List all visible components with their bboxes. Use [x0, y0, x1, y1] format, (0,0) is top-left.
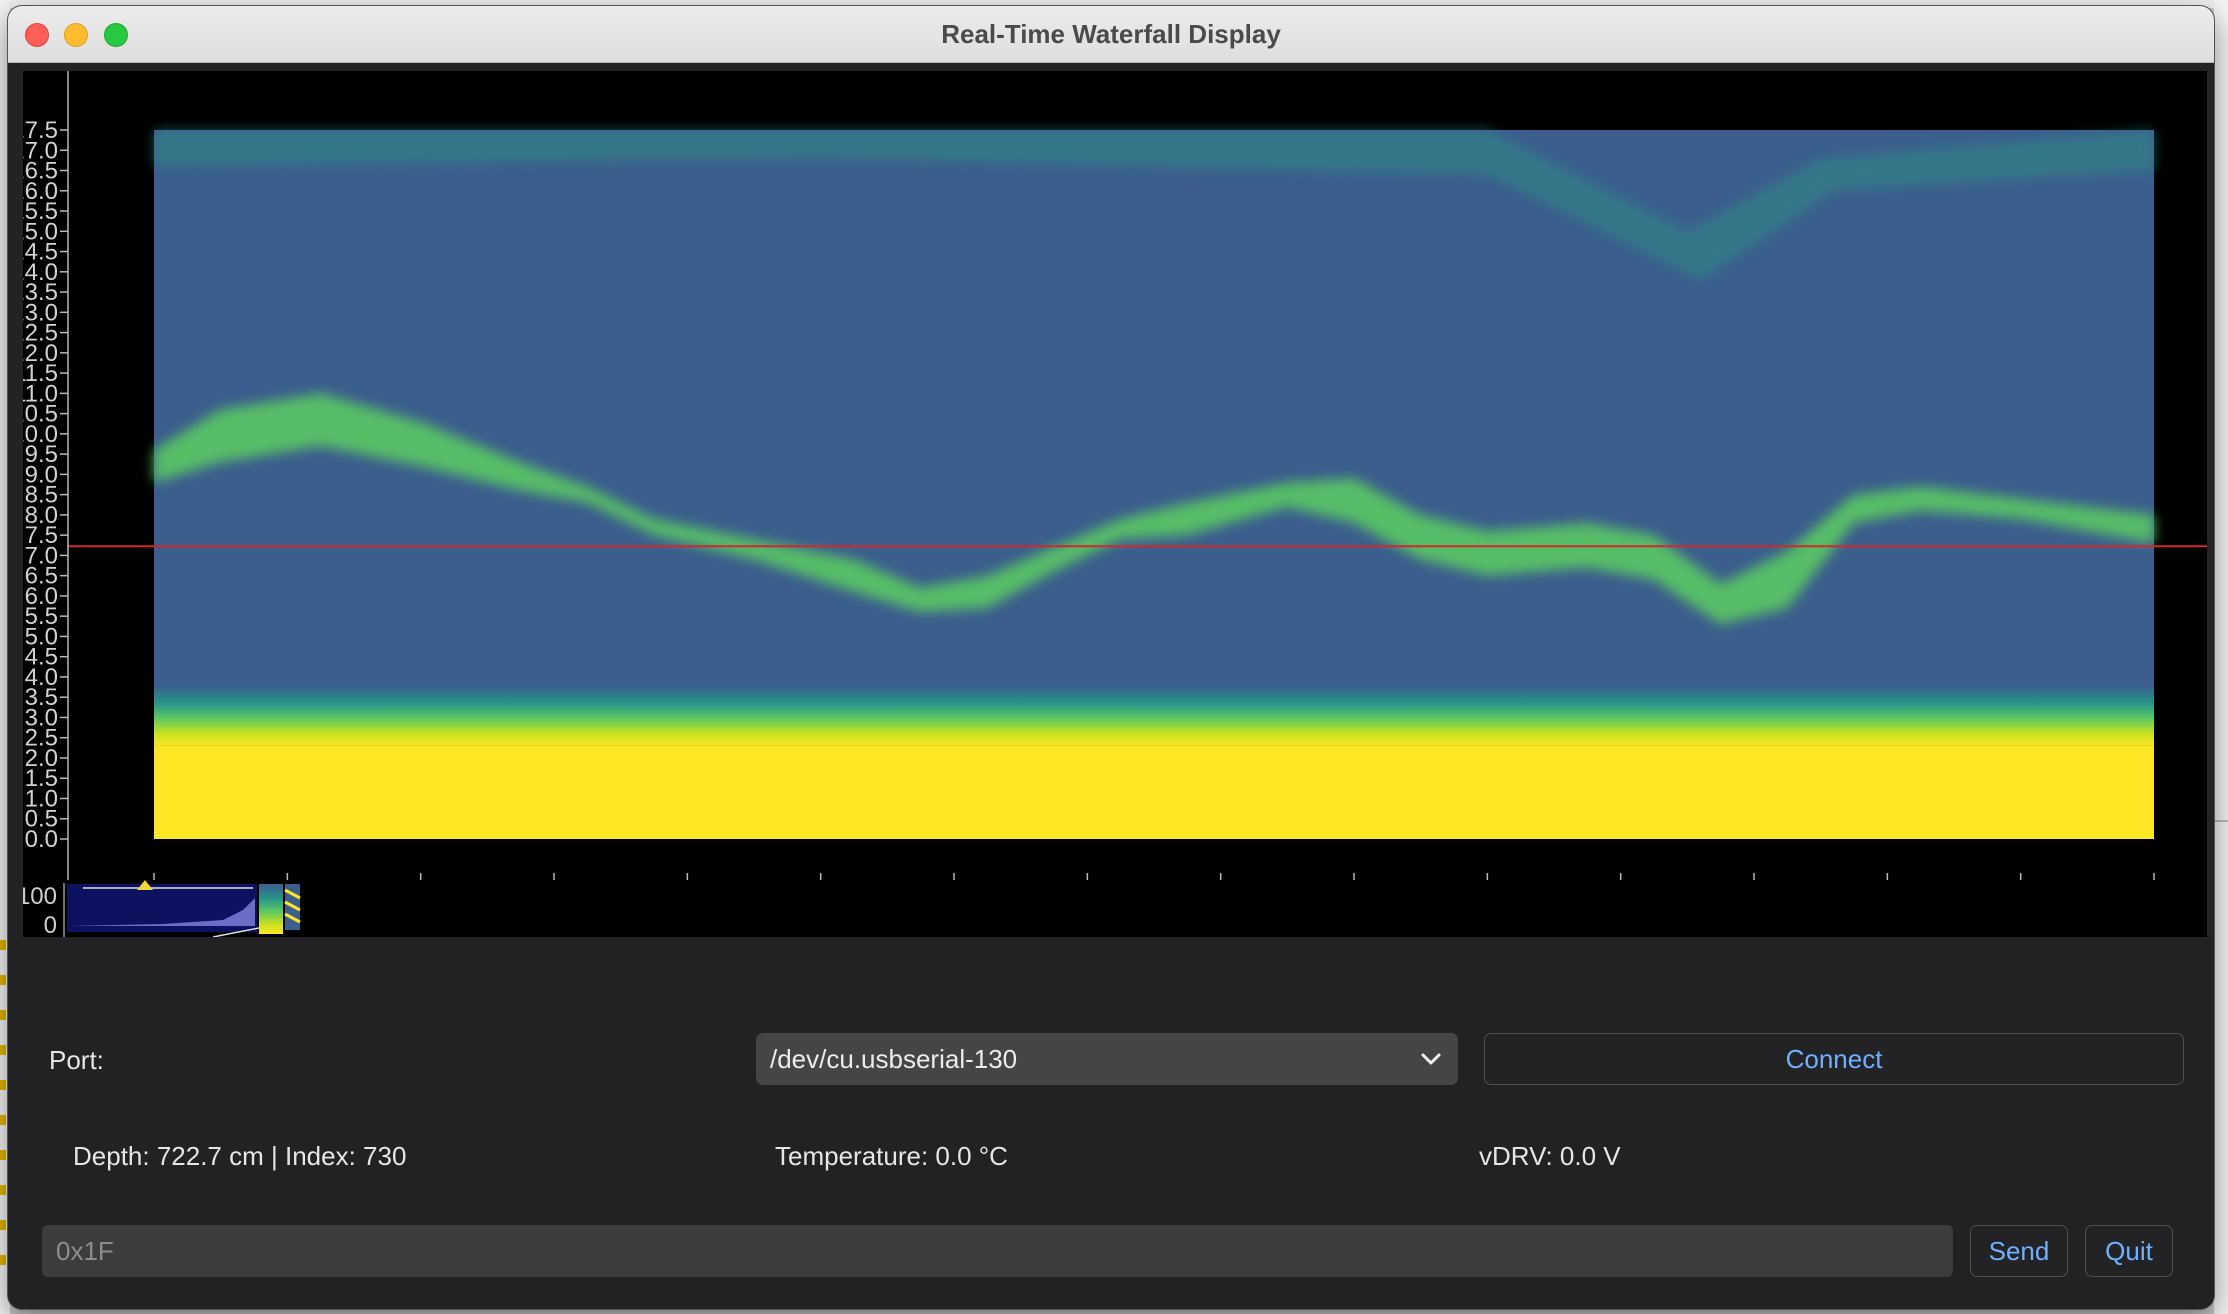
quit-button[interactable]: Quit [2085, 1225, 2173, 1277]
command-input[interactable] [42, 1225, 1953, 1277]
port-label: Port: [49, 1045, 104, 1075]
vdrv-readout: vDRV: 0.0 V [1479, 1141, 1621, 1171]
control-panel: Port: /dev/cu.usbserial-130 Connect Dept… [8, 937, 2214, 1309]
chevron-down-icon [1421, 1053, 1441, 1065]
histogram-tick-label: 0 [44, 912, 57, 937]
histogram-lut-panel[interactable]: 100 0 [17, 880, 2207, 939]
background-highlight [0, 1010, 6, 1020]
waterfall-plot-panel: 0.0 0.5 1.0 1.5 2.0 2.5 3.0 3.5 4.0 4.5 5.0 5.5 6.0 6… [8, 63, 2214, 1005]
depth-readout: Depth: 722.7 cm | Index: 730 [73, 1141, 407, 1171]
background-highlight [0, 1150, 6, 1160]
port-select[interactable]: /dev/cu.usbserial-130 [756, 1033, 1458, 1085]
surface-gradient [154, 685, 2154, 746]
background-highlight [0, 1185, 6, 1195]
background-highlight [0, 1080, 6, 1090]
waterfall-plot[interactable]: 0.00.51.01.52.02.53.03.54.04.55.05.56.06… [23, 71, 2207, 927]
connect-button[interactable]: Connect [1484, 1033, 2184, 1085]
waterfall-heatmap [154, 130, 2154, 839]
background-highlight [0, 1255, 6, 1265]
y-tick-label: 17.5 [23, 117, 58, 144]
background-highlight [0, 1220, 6, 1230]
histogram-tick-label: 100 [23, 883, 57, 910]
colorbar-gradient[interactable] [259, 884, 283, 934]
window-title: Real-Time Waterfall Display [941, 19, 1281, 49]
background-highlight [0, 940, 6, 950]
background-highlight [0, 1115, 6, 1125]
title-bar[interactable]: Real-Time Waterfall Display [8, 6, 2214, 63]
background-highlight [0, 975, 6, 985]
send-button[interactable]: Send [1970, 1225, 2068, 1277]
background-highlight [0, 1045, 6, 1055]
surface-saturation [154, 745, 2154, 839]
background-window-edge [2214, 0, 2228, 1314]
temperature-readout: Temperature: 0.0 °C [775, 1141, 1008, 1171]
app-window: Real-Time Waterfall Display 0.0 0.5 1.0 … [8, 6, 2214, 1309]
port-select-value: /dev/cu.usbserial-130 [770, 1044, 1018, 1074]
